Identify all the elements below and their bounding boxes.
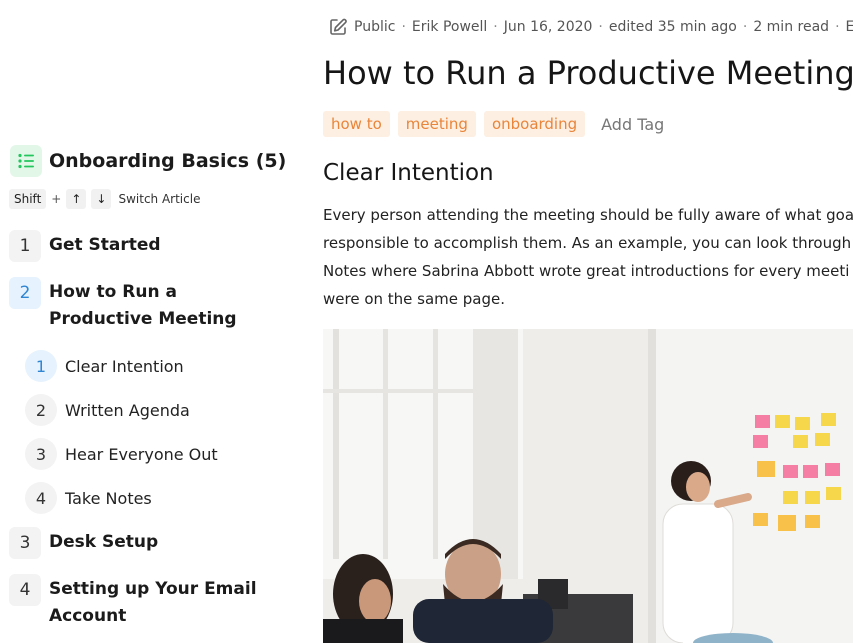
toc-item-number: 4 — [9, 574, 41, 606]
article: Public · Erik Powell · Jun 16, 2020 · ed… — [323, 0, 853, 643]
subitem-written-agenda[interactable]: 2 Written Agenda — [25, 394, 190, 426]
meeting-photo — [323, 329, 853, 643]
visibility-label[interactable]: Public — [354, 19, 395, 35]
toc-item-label: How to Run a Productive Meeting — [49, 282, 237, 329]
section-heading: Clear Intention — [323, 160, 494, 186]
toc-item-label: Setting up Your Email Account — [49, 579, 257, 626]
paragraph-line: Every person attending the meeting shoul… — [323, 206, 853, 224]
publish-date: Jun 16, 2020 — [503, 19, 593, 35]
tag-onboarding[interactable]: onboarding — [483, 111, 586, 137]
toc-item-number: 2 — [9, 277, 41, 309]
list-icon — [10, 145, 42, 177]
shift-key: Shift — [9, 189, 47, 209]
page: Onboarding Basics (5) Shift + ↑ ↓ Switch… — [0, 0, 853, 643]
add-tag-button[interactable]: Add Tag — [601, 115, 664, 134]
switch-article-shortcut: Shift + ↑ ↓ Switch Article — [9, 189, 200, 209]
course-title: Onboarding Basics (5) — [49, 150, 287, 172]
subitem-label: Hear Everyone Out — [65, 444, 218, 464]
course-header[interactable]: Onboarding Basics (5) — [10, 145, 286, 177]
paragraph-line: responsible to accomplish them. As an ex… — [323, 234, 852, 252]
paragraph-line: Notes where Sabrina Abbott wrote great i… — [323, 262, 850, 280]
subitem-hear-everyone-out[interactable]: 3 Hear Everyone Out — [25, 438, 218, 470]
subitem-number: 4 — [25, 482, 57, 514]
subitem-number: 2 — [25, 394, 57, 426]
tag-how-to[interactable]: how to — [323, 111, 390, 137]
toc-item-label: Desk Setup — [49, 532, 159, 552]
article-title: How to Run a Productive Meeting — [323, 54, 853, 92]
article-meta: Public · Erik Powell · Jun 16, 2020 · ed… — [328, 17, 853, 37]
article-paragraph: Every person attending the meeting shoul… — [323, 201, 853, 313]
tag-list: how to meeting onboarding Add Tag — [323, 111, 664, 137]
language-selector[interactable]: EN — [846, 19, 853, 35]
edit-icon[interactable] — [328, 17, 348, 37]
shortcut-label: Switch Article — [118, 192, 201, 206]
toc-item-desk-setup[interactable]: 3 Desk Setup — [9, 527, 279, 559]
subitem-label: Take Notes — [65, 488, 152, 508]
arrow-up-key: ↑ — [66, 189, 87, 209]
subitem-label: Clear Intention — [65, 356, 184, 376]
subitem-label: Written Agenda — [65, 400, 190, 420]
subitem-clear-intention[interactable]: 1 Clear Intention — [25, 350, 184, 382]
toc-item-number: 1 — [9, 230, 41, 262]
toc-item-email-account[interactable]: 4 Setting up Your Email Account — [9, 574, 279, 630]
subitem-number: 3 — [25, 438, 57, 470]
toc-item-label: Get Started — [49, 235, 161, 255]
toc-item-productive-meeting[interactable]: 2 How to Run a Productive Meeting — [9, 277, 279, 333]
toc-item-number: 3 — [9, 527, 41, 559]
toc-item-get-started[interactable]: 1 Get Started — [9, 230, 279, 262]
tag-meeting[interactable]: meeting — [397, 111, 476, 137]
sidebar: Onboarding Basics (5) Shift + ↑ ↓ Switch… — [0, 0, 300, 643]
subitem-number: 1 — [25, 350, 57, 382]
arrow-down-key: ↓ — [91, 189, 112, 209]
paragraph-line: were on the same page. — [323, 290, 506, 308]
subitem-take-notes[interactable]: 4 Take Notes — [25, 482, 152, 514]
author-name[interactable]: Erik Powell — [412, 19, 487, 35]
plus-sign: + — [51, 192, 62, 206]
edited-time: edited 35 min ago — [608, 19, 737, 35]
read-time: 2 min read — [753, 19, 830, 35]
